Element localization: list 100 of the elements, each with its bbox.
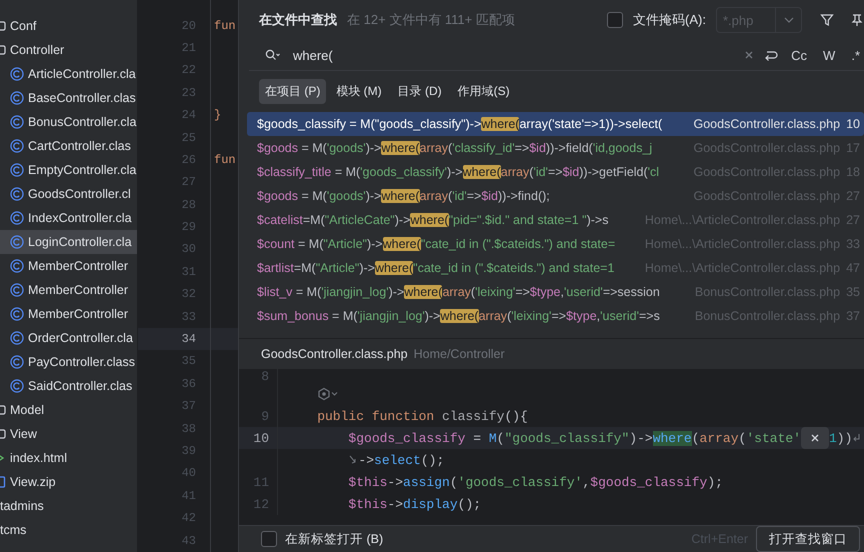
result-code: $catelist=M("ArticleCate")->where("pid=".$id." and state=1 ")->s [257,213,608,227]
tree-item[interactable]: CartController.clas [0,134,137,158]
tree-label: OrderController.cla [28,331,133,345]
tree-item[interactable]: BaseController.clas [0,86,137,110]
class-icon [10,331,24,345]
match-summary: 在 12+ 文件中有 111+ 匹配项 [347,11,515,29]
code-text: 1)) [828,430,852,446]
tree-label: BaseController.clas [28,91,136,105]
tree-label: BonusController.cla [28,115,136,129]
tree-label: SaidController.clas [28,379,132,393]
tree-item[interactable]: tadmins [0,494,137,518]
class-icon [10,187,24,201]
result-file: GoodsController.class.php [693,117,840,131]
result-line-number: 10 [846,117,860,131]
tree-label: GoodsController.cl [28,187,131,201]
tree-item[interactable]: MemberController [0,278,137,302]
tree-label: ArticleController.cla [28,67,136,81]
filter-icon[interactable] [820,13,834,27]
class-icon [10,235,24,249]
scope-tab[interactable]: 在项目 (P) [259,78,326,104]
tree-item[interactable]: View [0,422,137,446]
class-icon [10,163,24,177]
class-icon [10,67,24,81]
tree-label: MemberController [28,259,128,273]
code-text: $this->display(); [347,496,482,512]
caret-icon [784,17,794,23]
tree-label: View [10,427,37,441]
class-icon [10,355,24,369]
result-code: $artlist=M("Article")->where("cate_id in (".$cateids.") and state=1 [257,261,614,275]
tree-label: Model [10,403,44,417]
result-code: $sum_bonus = M('jiangjin_log')->where(array('leixing'=>$type,'userid'=>s [257,309,660,323]
tree-item[interactable]: ArticleController.cla [0,62,137,86]
tree-item[interactable]: Conf [0,14,137,38]
result-code: $goods = M('goods')->where(array('id'=>$id))->find(); [257,189,550,203]
tree-item[interactable]: Controller [0,38,137,62]
tree-label: LoginController.cla [28,235,132,249]
tree-item[interactable]: MemberController [0,302,137,326]
code-text: $goods_classify = M("goods_classify")->where(array('state' [347,430,801,446]
tree-item[interactable]: BonusController.cla [0,110,137,134]
clear-icon[interactable] [743,49,756,61]
code-text: ->select(); [358,452,444,468]
class-icon [10,259,24,273]
tree-label: tadmins [0,499,44,513]
result-code: $goods = M('goods')->where(array('classify_id'=>$id))->field('id,goods_j [257,141,652,155]
new-tab-checkbox[interactable] [261,531,277,547]
tree-label: index.html [10,451,67,465]
tree-item[interactable]: OrderController.cla [0,326,137,350]
class-icon [10,91,24,105]
search-option-toggle[interactable]: .* [847,46,864,64]
file-mask-label: 文件掩码(A): [633,11,706,29]
new-tab-label: 在新标签打开 (B) [285,530,384,548]
tree-label: PayController.class [28,355,135,369]
line-number: 34 [180,332,197,346]
class-icon [10,283,24,297]
tree-label: MemberController [28,307,128,321]
hint-icon[interactable] [317,387,340,401]
popup-title: 在文件中查找 [259,11,337,29]
preview-file-name: GoodsController.class.php [261,347,408,361]
tree-label: View.zip [10,475,56,489]
tree-item[interactable]: MemberController [0,254,137,278]
scope-tab[interactable]: 目录 (D) [392,78,448,104]
tree-item[interactable]: LoginController.cla [0,230,137,254]
code-text: $this->assign('goods_classify',$goods_classify); [347,474,723,490]
pin-icon[interactable] [850,13,864,27]
tree-item[interactable]: SaidController.clas [0,374,137,398]
tree-item[interactable]: IndexController.cla [0,206,137,230]
tree-item[interactable]: GoodsController.cl [0,182,137,206]
tree-item[interactable]: View.zip [0,470,137,494]
tree-item[interactable]: EmptyController.cla [0,158,137,182]
scope-tab[interactable]: 作用域(S) [452,78,516,104]
open-find-window-button[interactable]: 打开查找窗口 [756,526,860,552]
search-option-toggle[interactable]: W [819,46,840,64]
tree-item[interactable]: tcms [0,518,137,542]
tree-item[interactable]: PayController.class [0,350,137,374]
tree-item[interactable]: index.html [0,446,137,470]
tree-label: MemberController [28,283,128,297]
tree-label: IndexController.cla [28,211,132,225]
file-mask-checkbox[interactable] [607,12,624,28]
search-field[interactable]: where( [289,48,736,62]
code-text: public function classify(){ [316,408,528,424]
scope-tab[interactable]: 模块 (M) [330,78,388,104]
wrap-icon [852,433,862,443]
search-icon[interactable] [265,49,281,61]
tree-label: Controller [10,43,64,57]
code-text: fun [213,18,236,33]
class-icon [10,139,24,153]
wrap-icon [348,455,358,465]
class-icon [10,211,24,225]
class-icon [10,379,24,393]
tree-label: Conf [10,19,36,33]
code-text: fun [213,152,236,167]
close-icon[interactable] [800,427,829,449]
class-icon [10,307,24,321]
tree-label: CartController.clas [28,139,131,153]
code-text: } [213,108,222,122]
class-icon [10,115,24,129]
line-number: 10 [253,430,269,446]
preview-path: Home/Controller [414,347,505,361]
tree-item[interactable]: Model [0,398,137,422]
search-option-toggle[interactable]: Cc [787,46,812,64]
